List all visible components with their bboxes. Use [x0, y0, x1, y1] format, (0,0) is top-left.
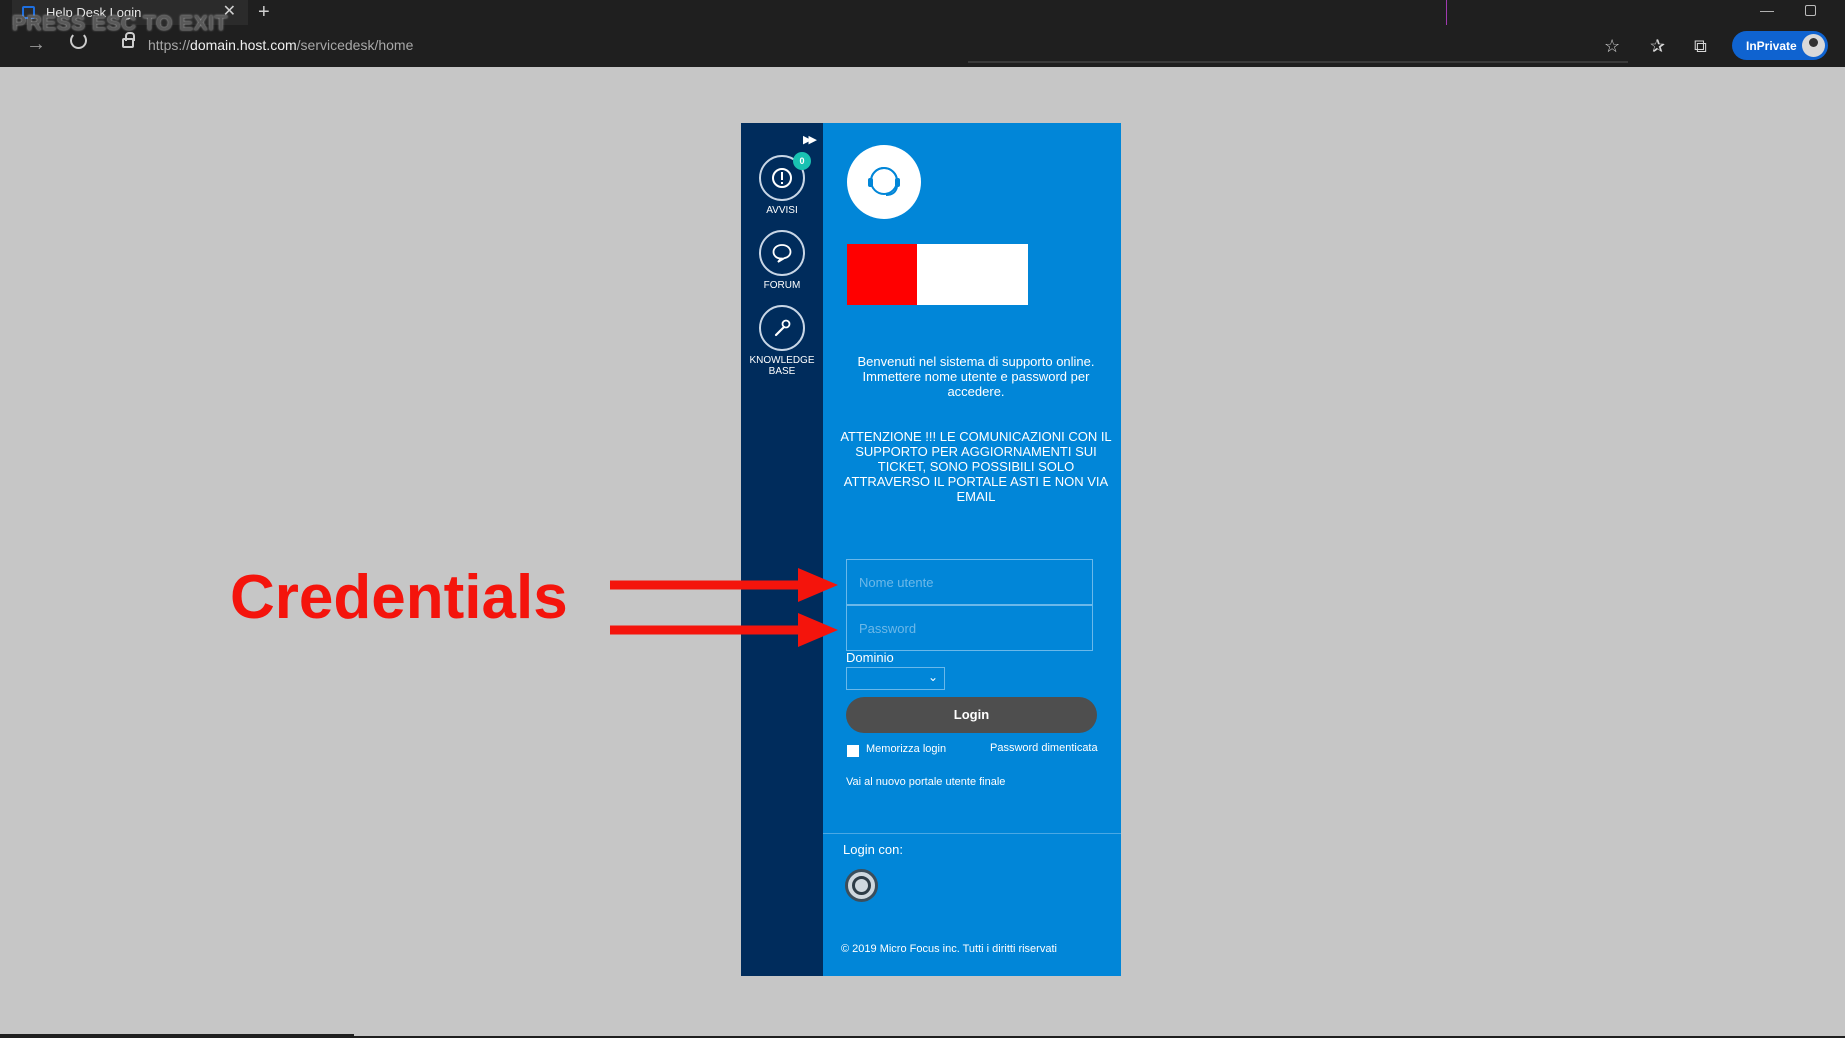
company-logo-red-block: [847, 244, 917, 305]
arrow-to-password-icon: [610, 613, 838, 647]
dominio-select[interactable]: ⌄: [846, 667, 945, 690]
chat-bubble-icon: [759, 230, 805, 276]
url-prefix: https://: [148, 37, 191, 53]
address-bar: → https://domain.host.com/servicedesk/ho…: [0, 25, 1845, 67]
forgot-password-link[interactable]: Password dimenticata: [990, 742, 1098, 754]
arrow-to-username-icon: [610, 568, 838, 602]
annotation-arrows: [610, 568, 838, 647]
inprivate-label: InPrivate: [1746, 38, 1797, 53]
login-with-label: Login con:: [843, 842, 903, 857]
remember-login-checkbox[interactable]: [847, 745, 859, 757]
inprivate-button[interactable]: InPrivate: [1732, 31, 1828, 60]
warning-text: ATTENZIONE !!! LE COMUNICAZIONI CON IL S…: [840, 429, 1112, 504]
chevron-down-icon: ⌄: [927, 670, 938, 684]
sidebar-item-forum[interactable]: FORUM: [741, 230, 823, 291]
sidebar-item-knowledge-base[interactable]: KNOWLEDGE BASE: [741, 305, 823, 377]
forward-arrow-icon[interactable]: →: [26, 33, 46, 56]
favorites-icon[interactable]: ✰: [1650, 37, 1665, 55]
copyright-text: © 2019 Micro Focus inc. Tutti i diritti …: [841, 943, 1057, 955]
url-host: domain.host.com: [190, 37, 297, 53]
browser-tab-bar: Help Desk Login ✕ + —: [0, 0, 1845, 25]
remember-login-label: Memorizza login: [866, 743, 947, 755]
login-button[interactable]: Login: [846, 697, 1097, 733]
new-portal-link[interactable]: Vai al nuovo portale utente finale: [846, 776, 1005, 788]
lock-icon[interactable]: [122, 32, 135, 48]
notification-badge: 0: [793, 152, 811, 170]
company-logo: [847, 244, 1028, 305]
alert-icon: 0: [759, 152, 811, 201]
sidebar-item-label: AVVISI: [766, 205, 798, 216]
login-panel: ▶▶ 0 AVVISI FORUM KNOWLEDGE BASE Benvenu…: [741, 123, 1121, 976]
fullscreen-exit-hint: PRESS ESC TO EXIT: [12, 12, 228, 35]
welcome-text: Benvenuti nel sistema di supporto online…: [857, 354, 1095, 399]
sidebar-item-avvisi[interactable]: 0 AVVISI: [741, 152, 823, 216]
url-underline: [968, 61, 1628, 63]
restore-window-icon[interactable]: [1805, 5, 1816, 16]
headset-support-logo-icon: [847, 145, 921, 219]
profile-avatar-icon: [1802, 34, 1825, 57]
username-input[interactable]: [846, 559, 1093, 605]
collapse-sidebar-icon[interactable]: ▶▶: [803, 133, 817, 146]
sidebar-item-label: FORUM: [763, 280, 801, 291]
password-input[interactable]: [846, 605, 1093, 651]
section-divider: [823, 833, 1121, 834]
sidebar: ▶▶ 0 AVVISI FORUM KNOWLEDGE BASE: [741, 123, 823, 976]
dominio-label: Dominio: [846, 650, 894, 665]
sso-provider-icon[interactable]: [845, 869, 878, 902]
add-favorite-icon[interactable]: ☆: [1604, 37, 1620, 55]
credentials-annotation: Credentials: [230, 563, 568, 632]
minimize-icon[interactable]: —: [1760, 2, 1774, 18]
url-path: /servicedesk/home: [296, 37, 414, 53]
bottom-bar: [0, 1034, 354, 1038]
url-field[interactable]: https://domain.host.com/servicedesk/home: [148, 31, 968, 59]
collections-icon[interactable]: ⧉: [1694, 37, 1707, 55]
new-tab-button[interactable]: +: [258, 1, 270, 23]
wrench-icon: [759, 305, 805, 351]
sidebar-item-label: KNOWLEDGE BASE: [749, 355, 815, 377]
